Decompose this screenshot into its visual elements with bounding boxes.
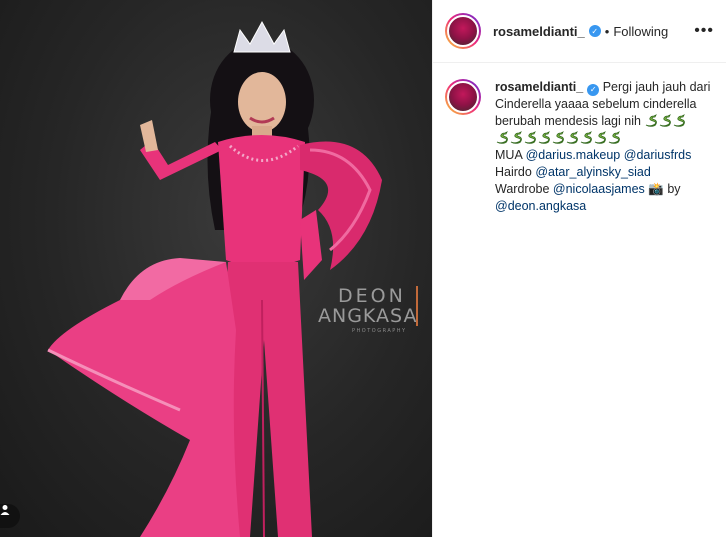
mention-darius-makeup[interactable]: @darius.makeup: [526, 148, 621, 162]
separator-dot: •: [604, 23, 610, 39]
snake-icon: [674, 114, 686, 127]
snake-icon: [608, 131, 620, 144]
snake-emoji-row-2: [495, 131, 621, 145]
photo-illustration: DEON ANGKASA PHOTOGRAPHY: [47, 20, 418, 537]
snake-icon: [594, 131, 606, 144]
mua-label: MUA: [495, 148, 523, 162]
more-options-icon[interactable]: •••: [694, 22, 714, 40]
mention-nicolaasjames[interactable]: @nicolaasjames: [553, 182, 645, 196]
watermark-line1: DEON: [338, 285, 406, 307]
caption-text: rosameldianti_ ✓ Pergi jauh jauh dari Cin…: [495, 79, 714, 215]
snake-icon: [552, 131, 564, 144]
header-username[interactable]: rosameldianti_: [493, 24, 585, 39]
snake-emoji-row-1: [644, 114, 686, 128]
post-header: rosameldianti_ ✓ • Following •••: [433, 0, 726, 63]
caption-verified-icon: ✓: [587, 83, 600, 96]
watermark-line2: ANGKASA: [318, 305, 417, 327]
by-label: by: [667, 182, 681, 196]
caption-avatar[interactable]: [445, 79, 481, 115]
snake-icon: [524, 131, 536, 144]
caption-comment: rosameldianti_ ✓ Pergi jauh jauh dari Cin…: [433, 63, 726, 215]
snake-icon: [660, 114, 672, 127]
following-button[interactable]: Following: [613, 24, 668, 39]
mention-deon-angkasa[interactable]: @deon.angkasa: [495, 199, 586, 213]
caption-username[interactable]: rosameldianti_: [495, 80, 583, 94]
post-side-panel: rosameldianti_ ✓ • Following ••• rosamel…: [432, 0, 726, 537]
snake-icon: [580, 131, 592, 144]
mention-atar[interactable]: @atar_alyinsky_siad: [535, 165, 651, 179]
post-photo[interactable]: DEON ANGKASA PHOTOGRAPHY: [0, 0, 432, 537]
watermark-line3: PHOTOGRAPHY: [352, 328, 407, 334]
wardrobe-label: Wardrobe: [495, 182, 550, 196]
snake-icon: [510, 131, 522, 144]
snake-icon: [566, 131, 578, 144]
hairdo-label: Hairdo: [495, 165, 532, 179]
camera-emoji: 📸: [648, 182, 664, 196]
snake-icon: [646, 114, 658, 127]
avatar[interactable]: [445, 13, 481, 49]
snake-icon: [496, 131, 508, 144]
verified-icon: ✓: [588, 25, 601, 37]
mention-dariusfrds[interactable]: @dariusfrds: [624, 148, 692, 162]
snake-icon: [538, 131, 550, 144]
